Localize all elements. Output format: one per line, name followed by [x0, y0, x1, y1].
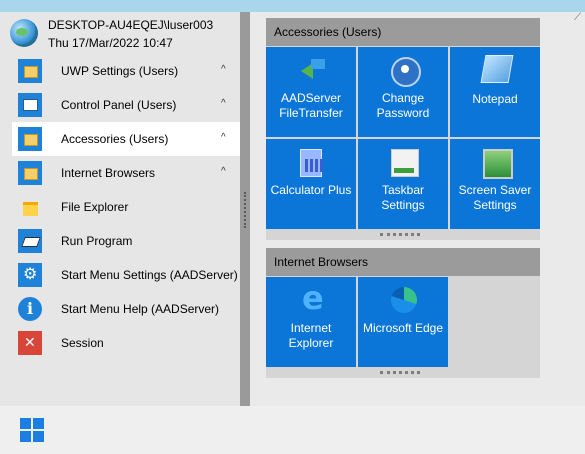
tile-label: AADServer FileTransfer — [279, 91, 343, 120]
menu-item-label: File Explorer — [61, 200, 129, 214]
tile-label: Taskbar Settings — [381, 183, 425, 212]
tile-label: Microsoft Edge — [362, 321, 444, 335]
screen-saver-icon — [483, 149, 513, 179]
run-program-icon — [18, 229, 42, 253]
taskbar — [0, 406, 585, 454]
tile-label: Change Password — [376, 91, 430, 120]
calculator-icon — [300, 149, 323, 177]
user-name: DESKTOP-AU4EQEJ\luser003 — [48, 18, 214, 32]
group-header[interactable]: Accessories (Users) — [266, 18, 540, 46]
tile-label: Notepad — [472, 92, 518, 106]
tile-label: Calculator Plus — [270, 183, 352, 197]
group-header[interactable]: Internet Browsers — [266, 248, 540, 276]
tile-change-password[interactable]: Change Password — [358, 47, 448, 137]
menu-item-run-program[interactable]: Run Program — [12, 224, 240, 258]
key-icon — [391, 57, 421, 87]
menu-item-label: Start Menu Settings (AADServer) — [61, 268, 238, 282]
menu-item-label: Run Program — [61, 234, 133, 248]
menu-item-accessories[interactable]: Accessories (Users) ^ — [12, 122, 240, 156]
chevron-up-icon[interactable]: ^ — [221, 166, 226, 177]
windows-logo-pane — [20, 418, 31, 429]
date-time: Thu 17/Mar/2022 10:47 — [48, 36, 173, 50]
tile-group-accessories: Accessories (Users) AADServer FileTransfe… — [266, 18, 540, 240]
tile-taskbar-settings[interactable]: Taskbar Settings — [358, 139, 448, 229]
taskbar-icon — [391, 149, 419, 177]
menu-item-label: Internet Browsers — [61, 166, 156, 180]
notepad-icon — [480, 55, 514, 83]
tile-aadserver-filetransfer[interactable]: AADServer FileTransfer — [266, 47, 356, 137]
chevron-up-icon[interactable]: ^ — [221, 64, 226, 75]
tile-internet-explorer[interactable]: InternetExplorer — [266, 277, 356, 367]
menu-item-label: Control Panel (Users) — [61, 98, 177, 112]
desktop-strip — [0, 0, 585, 12]
file-explorer-icon — [18, 195, 42, 219]
session-icon — [18, 331, 42, 355]
windows-start-button[interactable] — [20, 418, 44, 442]
panel-splitter[interactable] — [240, 12, 250, 406]
resize-grip-icon[interactable]: ⟋ — [574, 12, 581, 23]
tile-microsoft-edge[interactable]: Microsoft Edge — [358, 277, 448, 367]
menu-item-label: Accessories (Users) — [61, 132, 169, 146]
splitter-grip[interactable] — [244, 192, 248, 228]
menu-item-label: Session — [61, 336, 104, 350]
menu-item-start-menu-help[interactable]: Start Menu Help (AADServer) — [12, 292, 240, 326]
menu-item-uwp-settings[interactable]: UWP Settings (Users) ^ — [12, 54, 240, 88]
control-panel-icon — [18, 93, 42, 117]
menu-item-label: Start Menu Help (AADServer) — [61, 302, 220, 316]
tile-area: ⟋ Accessories (Users) AADServer FileTrans… — [250, 12, 585, 406]
menu-item-label: UWP Settings (Users) — [61, 64, 179, 78]
tile-label: Internet Explorer — [288, 321, 334, 350]
folder-icon — [18, 127, 42, 151]
folder-icon — [18, 59, 42, 83]
settings-icon — [18, 263, 42, 287]
menu-item-session[interactable]: Session — [12, 326, 240, 360]
group-resize-grip[interactable] — [380, 371, 420, 377]
tile-screen-saver-settings[interactable]: Screen Saver Settings — [450, 139, 540, 229]
tile-calculator-plus[interactable]: Calculator Plus — [266, 139, 356, 229]
chevron-up-icon[interactable]: ^ — [221, 132, 226, 143]
windows-logo-pane — [33, 418, 44, 429]
user-header: DESKTOP-AU4EQEJ\luser003 Thu 17/Mar/2022… — [0, 12, 240, 54]
folder-icon — [18, 161, 42, 185]
start-menu-panel: DESKTOP-AU4EQEJ\luser003 Thu 17/Mar/2022… — [0, 0, 585, 406]
tile-notepad[interactable]: Notepad — [450, 47, 540, 137]
file-transfer-icon — [299, 57, 325, 83]
windows-logo-pane — [33, 431, 44, 442]
tile-group-internet-browsers: Internet Browsers InternetExplorer Micro… — [266, 248, 540, 378]
menu-item-start-menu-settings[interactable]: Start Menu Settings (AADServer) — [12, 258, 240, 292]
chevron-up-icon[interactable]: ^ — [221, 98, 226, 109]
menu-item-internet-browsers[interactable]: Internet Browsers ^ — [12, 156, 240, 190]
edge-icon — [391, 287, 417, 313]
group-resize-grip[interactable] — [380, 233, 420, 239]
windows-logo-pane — [20, 431, 31, 442]
internet-explorer-icon — [299, 279, 325, 317]
globe-icon — [10, 19, 38, 47]
tile-label: Screen Saver Settings — [458, 183, 532, 212]
menu-item-control-panel[interactable]: Control Panel (Users) ^ — [12, 88, 240, 122]
info-icon — [18, 297, 42, 321]
menu-item-file-explorer[interactable]: File Explorer — [12, 190, 240, 224]
